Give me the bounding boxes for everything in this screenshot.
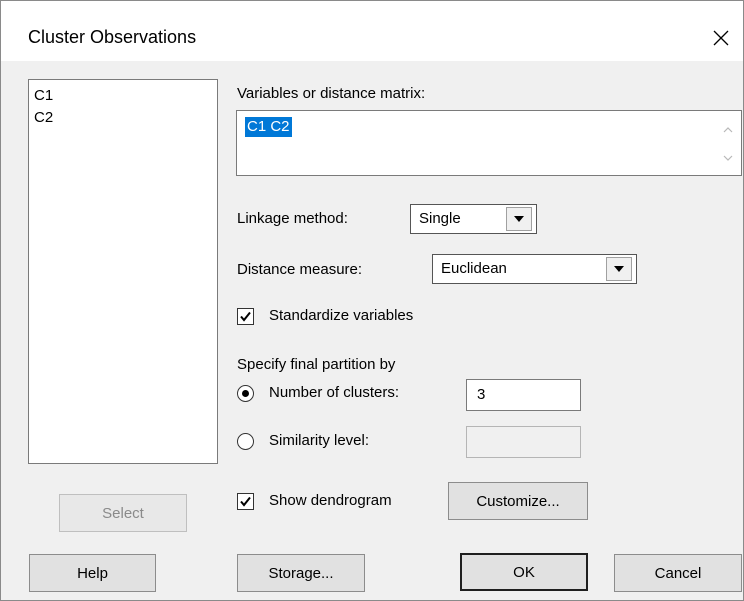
linkage-dropdown-button[interactable] [506, 207, 532, 231]
linkage-method-select[interactable]: Single [410, 204, 537, 234]
customize-button[interactable]: Customize... [448, 482, 588, 520]
show-dendrogram-label[interactable]: Show dendrogram [269, 492, 392, 509]
chevron-down-icon [614, 266, 624, 272]
standardize-checkbox[interactable] [237, 308, 254, 325]
variable-list-item[interactable]: C1 [29, 85, 217, 107]
select-button[interactable]: Select [59, 494, 187, 532]
distance-measure-label: Distance measure: [237, 261, 363, 278]
close-button[interactable] [701, 21, 741, 55]
cancel-button[interactable]: Cancel [614, 554, 742, 592]
distance-measure-value: Euclidean [441, 260, 507, 277]
check-icon [240, 496, 251, 507]
number-of-clusters-label[interactable]: Number of clusters: [269, 384, 399, 401]
partition-heading: Specify final partition by [237, 356, 396, 373]
similarity-level-radio[interactable] [237, 433, 254, 450]
linkage-method-label: Linkage method: [237, 210, 348, 227]
number-of-clusters-value: 3 [477, 386, 486, 403]
standardize-label[interactable]: Standardize variables [269, 307, 413, 324]
scroll-up-icon[interactable] [721, 123, 735, 137]
variables-input[interactable]: C1 C2 [236, 110, 742, 176]
title-bar: Cluster Observations [1, 1, 743, 61]
ok-button[interactable]: OK [460, 553, 588, 591]
variable-list[interactable]: C1 C2 [28, 79, 218, 464]
number-of-clusters-radio[interactable] [237, 385, 254, 402]
variables-input-value: C1 C2 [245, 117, 292, 137]
dialog-title: Cluster Observations [28, 27, 197, 47]
show-dendrogram-checkbox[interactable] [237, 493, 254, 510]
storage-button[interactable]: Storage... [237, 554, 365, 592]
similarity-level-label[interactable]: Similarity level: [269, 432, 369, 449]
variable-list-item[interactable]: C2 [29, 107, 217, 129]
similarity-level-input[interactable] [466, 426, 581, 458]
linkage-method-value: Single [419, 210, 461, 227]
cluster-observations-dialog: Cluster Observations C1 C2 Variables or … [0, 0, 744, 601]
distance-measure-select[interactable]: Euclidean [432, 254, 637, 284]
scroll-down-icon[interactable] [721, 151, 735, 165]
distance-dropdown-button[interactable] [606, 257, 632, 281]
check-icon [240, 311, 251, 322]
close-icon [713, 30, 729, 46]
help-button[interactable]: Help [29, 554, 156, 592]
variables-label: Variables or distance matrix: [237, 85, 426, 102]
number-of-clusters-input[interactable]: 3 [466, 379, 581, 411]
chevron-down-icon [514, 216, 524, 222]
